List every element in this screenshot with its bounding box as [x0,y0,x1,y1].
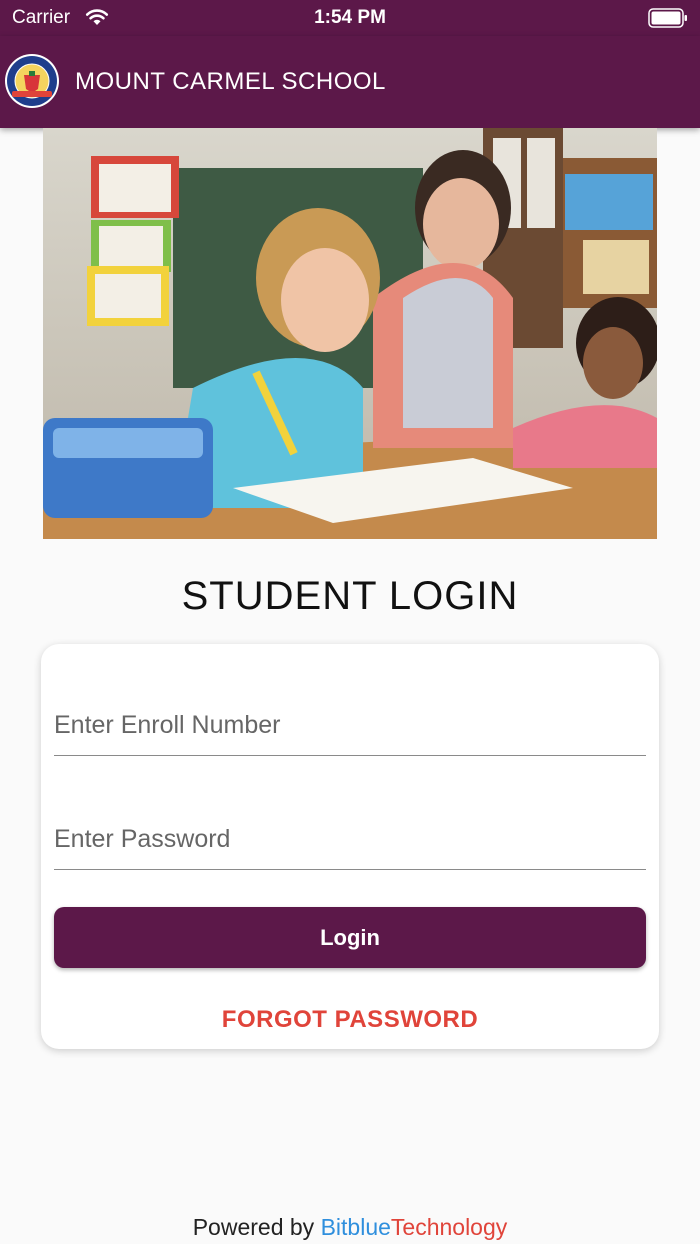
footer: Powered by BitblueTechnology [0,1214,700,1241]
school-logo-icon [5,54,59,108]
status-time: 1:54 PM [314,7,386,28]
page-title: STUDENT LOGIN [181,574,519,618]
app-bar: MOUNT CARMEL SCHOOL [0,36,700,128]
footer-prefix: Powered by [192,1214,315,1240]
enroll-number-input[interactable] [54,696,646,756]
status-bar: Carrier 1:54 PM [0,0,700,36]
login-button[interactable]: Login [54,907,646,968]
app-title: MOUNT CARMEL SCHOOL [75,68,386,95]
forgot-password-link[interactable]: FORGOT PASSWORD [41,1006,659,1034]
classroom-photo [43,128,657,539]
footer-brand-bitblue[interactable]: Bitblue [321,1214,391,1240]
login-card: Login FORGOT PASSWORD [41,644,659,1049]
battery-icon [648,8,687,28]
footer-brand-technology[interactable]: Technology [391,1214,507,1240]
password-input[interactable] [54,810,646,870]
